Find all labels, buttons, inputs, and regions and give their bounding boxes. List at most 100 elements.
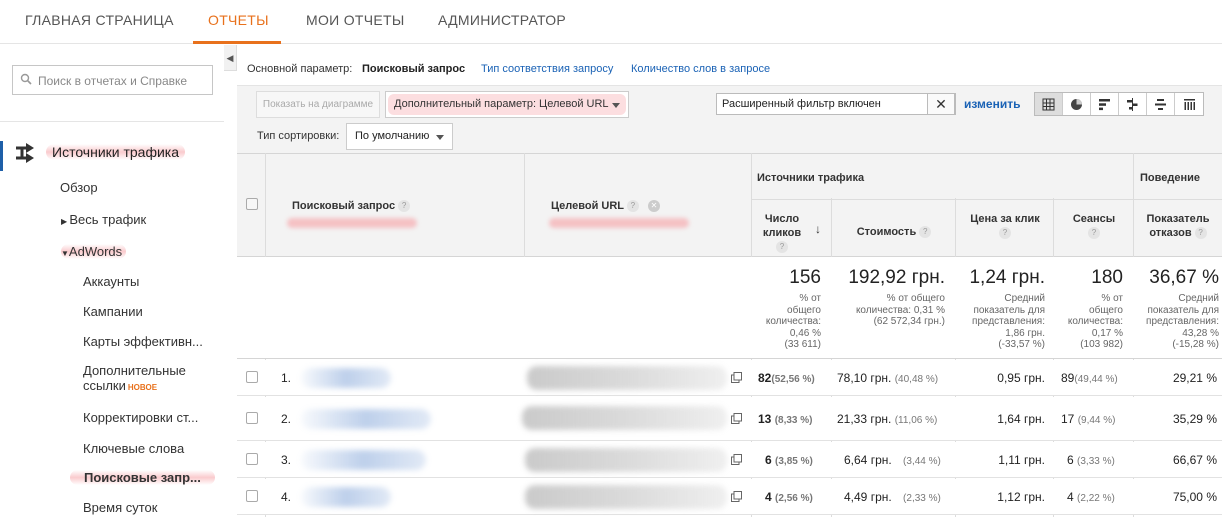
col-header-sessions[interactable]: Сеансы? [1055,212,1133,240]
sidebar-item-adjustments[interactable]: Корректировки ст... [83,410,198,425]
col-header-bounce-line1: Показатель [1146,213,1210,225]
col-header-clicks[interactable]: Число кликов? [757,212,807,254]
row-checkbox[interactable] [246,453,258,465]
help-icon[interactable]: ? [1088,227,1100,240]
sidebar-item-campaigns[interactable]: Кампании [83,304,143,319]
sidebar-item-sitelinks-line1: Дополнительные [83,363,186,378]
help-icon[interactable]: ? [626,200,639,213]
pie-view-icon[interactable] [1063,93,1091,115]
open-external-icon[interactable] [731,454,742,465]
group-header-behavior: Поведение [1140,172,1200,184]
col-header-cost-label: Стоимость [856,226,917,238]
term-cloud-icon[interactable] [1147,93,1175,115]
nav-admin[interactable]: АДМИНИСТРАТОР [438,12,566,28]
table-row[interactable]: 1. 82(52,56 %) 78,10 грн. (40,48 %) 0,95… [237,360,1222,396]
pivot-view-icon[interactable] [1175,93,1203,115]
row-cpc: 1,11 грн. [998,453,1045,467]
col-header-cpc[interactable]: Цена за клик? [957,212,1053,240]
open-external-icon[interactable] [731,372,742,383]
help-icon[interactable]: ? [1194,227,1207,240]
primary-dimension-selected: Поисковый запрос [362,63,466,75]
sidebar-item-sitelinks-line2: ссылки [83,378,126,393]
help-icon[interactable]: ? [999,227,1011,240]
col-header-cost[interactable]: Стоимость ? [832,225,956,239]
redacted-url [522,406,727,430]
table-row[interactable]: 2. 13 (8,33 %) 21,33 грн. (11,06 %) 1,64… [237,397,1222,441]
primary-dimension-match-type[interactable]: Тип соответствия запросу [481,63,613,75]
sidebar-divider [0,121,224,122]
nav-reports[interactable]: ОТЧЕТЫ [208,12,269,28]
total-cost: 192,92 грн. [848,267,945,288]
help-icon[interactable]: ? [398,200,411,213]
primary-dimension-word-count[interactable]: Количество слов в запросе [631,63,770,75]
advanced-filter-field[interactable]: Расширенный фильтр включен ✕ [716,93,956,115]
secondary-dimension-select[interactable]: Дополнительный параметр: Целевой URL [385,91,629,118]
performance-view-icon[interactable] [1091,93,1119,115]
table-row[interactable]: 3. 6 (3,85 %) 6,64 грн. (3,44 %) 1,11 гр… [237,442,1222,478]
redacted-query [301,487,391,507]
sidebar-item-adwords[interactable]: ▼AdWords [61,244,127,259]
sidebar-item-search-queries[interactable]: Поисковые запр... [70,470,215,485]
redacted-url [525,448,727,472]
col-header-query[interactable]: Поисковый запрос ? [292,199,411,213]
select-all-checkbox[interactable] [246,198,258,210]
sidebar-item-keywords[interactable]: Ключевые слова [83,441,184,456]
sidebar-item-overview[interactable]: Обзор [60,180,98,195]
section-title[interactable]: Источники трафика [46,144,186,160]
remove-dimension-icon[interactable]: ✕ [647,200,660,213]
row-bounce: 29,21 % [1172,371,1217,385]
row-clicks: 6 (3,85 %) [765,453,813,467]
search-placeholder: Поиск в отчетах и Справке [38,74,188,88]
sort-type-select[interactable]: По умолчанию [346,123,453,150]
row-checkbox[interactable] [246,371,258,383]
sidebar-item-heatmaps[interactable]: Карты эффективн... [83,334,203,349]
report-toolbar: Показать на диаграмме Дополнительный пар… [237,85,1222,153]
row-number: 1. [281,371,292,385]
redacted-url [527,366,727,390]
row-cost: 78,10 грн. (40,48 %) [837,371,939,385]
redacted-url [525,485,727,509]
help-icon[interactable]: ? [776,241,788,254]
edit-filter-link[interactable]: изменить [964,97,1020,111]
redacted-query [301,409,431,429]
total-cost-sub: % от общего количества: 0,31 % (62 572,34 … [855,293,945,327]
total-clicks-sub: % от общего количества: 0,46 % (33 611) [765,293,821,350]
total-cpc-sub: Средний показатель для представления: 1,86 … [972,293,1045,350]
row-checkbox[interactable] [246,490,258,502]
search-input[interactable]: Поиск в отчетах и Справке [12,65,213,95]
comparison-view-icon[interactable] [1119,93,1147,115]
redacted-query [301,368,391,388]
col-header-clicks-line2: кликов [762,227,802,239]
collapse-sidebar-button[interactable]: ◀ [224,45,237,71]
row-cpc: 1,12 грн. [997,490,1045,504]
redacted-query [301,450,426,470]
total-sessions: 180 [1091,267,1123,288]
total-cpc: 1,24 грн. [969,267,1045,288]
sidebar: Поиск в отчетах и Справке Источники траф… [0,45,224,517]
nav-home[interactable]: ГЛАВНАЯ СТРАНИЦА [25,12,174,28]
open-external-icon[interactable] [731,491,742,502]
col-header-bounce-rate[interactable]: Показатель отказов ? [1134,212,1222,240]
secondary-dimension-label: Дополнительный параметр: Целевой URL [394,98,609,110]
sidebar-item-hour-of-day[interactable]: Время суток [83,500,157,515]
chevron-left-icon: ◀ [226,53,234,63]
view-switcher [1034,92,1204,116]
sidebar-item-adwords-label: AdWords [68,244,123,259]
row-checkbox[interactable] [246,412,258,424]
clear-filter-button[interactable]: ✕ [927,93,955,115]
nav-my-reports[interactable]: МОИ ОТЧЕТЫ [306,12,405,28]
chevron-down-icon [612,103,620,108]
table-row[interactable]: 4. 4 (2,56 %) 4,49 грн. (2,33 %) 1,12 гр… [237,479,1222,515]
sidebar-item-all-traffic[interactable]: ▶ Весь трафик [61,212,146,227]
open-external-icon[interactable] [731,413,742,424]
help-icon[interactable]: ? [919,226,932,239]
row-bounce: 75,00 % [1172,490,1217,504]
expand-down-icon: ▼ [61,249,69,258]
sidebar-item-sitelinks[interactable]: Дополнительные ссылки НОВОЕ [83,363,186,395]
row-clicks: 82(52,56 %) [758,371,815,385]
sidebar-item-accounts[interactable]: Аккаунты [83,274,139,289]
plot-rows-button[interactable]: Показать на диаграмме [256,91,380,118]
col-header-landing-url[interactable]: Целевой URL ? ✕ [551,199,660,213]
sort-type-label: Тип сортировки: [257,130,340,142]
table-view-icon[interactable] [1035,93,1063,115]
